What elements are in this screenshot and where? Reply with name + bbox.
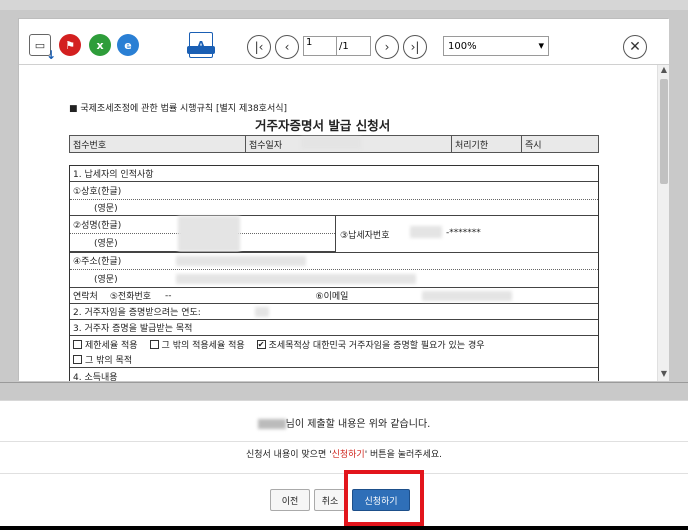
first-page-button[interactable]: |‹ bbox=[247, 35, 271, 59]
page-number-input[interactable]: 1 bbox=[303, 36, 337, 56]
redacted-address-en bbox=[176, 274, 416, 284]
redacted-name bbox=[178, 216, 240, 252]
print-icon[interactable]: A bbox=[187, 32, 215, 58]
prev-page-button[interactable]: ‹ bbox=[275, 35, 299, 59]
section-divider bbox=[0, 382, 688, 383]
browser-icon[interactable]: e bbox=[117, 34, 139, 56]
confirm-message: 님이 제출할 내용은 위와 같습니다. bbox=[0, 415, 688, 430]
bottom-bar bbox=[0, 526, 688, 530]
checkbox-residency-proof[interactable]: ✔ bbox=[256, 339, 266, 349]
zoom-select[interactable]: 100% ▾ bbox=[443, 36, 549, 56]
viewer-toolbar: ▭ ⚑ x e A |‹ ‹ 1 /1 › ›| 100% ▾ ✕ bbox=[19, 19, 669, 65]
form-header: ■ 국제조세조정에 관한 법률 시행규칙 [별지 제38호서식] bbox=[69, 104, 288, 114]
redacted-year bbox=[255, 307, 269, 317]
prev-button[interactable]: 이전 bbox=[270, 489, 310, 511]
next-page-button[interactable]: › bbox=[375, 35, 399, 59]
apply-instruction: 신청서 내용이 맞으면 '신청하기' 버튼을 눌러주세요. bbox=[245, 450, 442, 460]
save-icon[interactable]: ▭ bbox=[29, 34, 56, 62]
vertical-scrollbar[interactable]: ▲ ▼ bbox=[657, 65, 669, 381]
redacted-username bbox=[257, 419, 286, 429]
checkbox-other-rate[interactable] bbox=[149, 339, 159, 349]
redacted-id bbox=[410, 226, 442, 238]
excel-export-icon[interactable]: x bbox=[89, 34, 111, 56]
window-top-strip bbox=[0, 0, 688, 10]
redacted-email bbox=[422, 291, 512, 301]
document-area[interactable]: ■ 국제조세조정에 관한 법률 시행규칙 [별지 제38호서식] 거주자증명서 … bbox=[19, 65, 669, 381]
last-page-button[interactable]: ›| bbox=[403, 35, 427, 59]
scroll-up-icon[interactable]: ▲ bbox=[658, 65, 669, 77]
chevron-down-icon: ▾ bbox=[538, 39, 544, 52]
page-total: /1 bbox=[337, 36, 371, 56]
apply-button-highlight bbox=[344, 470, 424, 526]
applicant-table: 1. 납세자의 인적사항 ①상호(한글) (영문) ②성명(한글) (영문) ③… bbox=[69, 165, 599, 381]
close-button[interactable]: ✕ bbox=[623, 35, 647, 59]
scroll-down-icon[interactable]: ▼ bbox=[658, 369, 669, 381]
form-title: 거주자증명서 발급 신청서 bbox=[255, 118, 391, 133]
redacted-address-ko bbox=[176, 256, 306, 266]
redacted-date bbox=[301, 137, 361, 149]
cancel-button[interactable]: 취소 bbox=[314, 489, 346, 511]
checkbox-reduced-rate[interactable] bbox=[73, 339, 82, 349]
checkbox-other-purpose[interactable] bbox=[73, 355, 82, 364]
scroll-thumb[interactable] bbox=[660, 79, 668, 184]
document-viewer: ▭ ⚑ x e A |‹ ‹ 1 /1 › ›| 100% ▾ ✕ ■ 국제조세… bbox=[18, 18, 669, 381]
pdf-export-icon[interactable]: ⚑ bbox=[59, 34, 81, 56]
